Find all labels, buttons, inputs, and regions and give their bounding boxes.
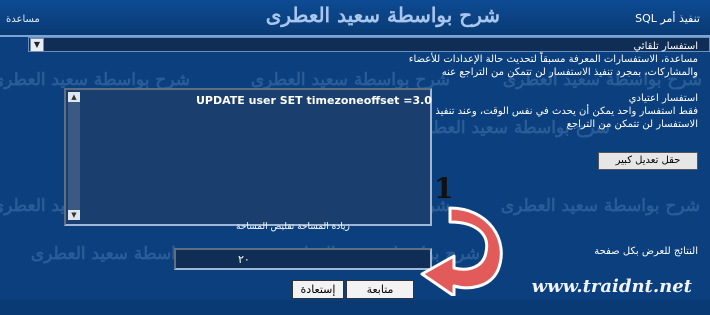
arrow-icon — [420, 206, 503, 296]
resize-links[interactable]: زيادة المساحة تقليص المساحة — [236, 222, 350, 232]
results-per-page-input[interactable] — [174, 248, 432, 270]
site-url: www.traidnt.net — [531, 276, 692, 297]
manual-query-desc: فقط استفسار واحد يمكن أن يحدث في نفس الو… — [435, 106, 698, 130]
help-label: مساعدة — [6, 14, 40, 25]
auto-query-desc: مساعدة، الاستفسارات المعرفة مسبقاً لتحدي… — [408, 54, 698, 78]
watermark-text: شرح بواسطة سعيد العطرى — [0, 70, 190, 90]
brand-title: شرح بواسطة سعيد العطرى — [265, 3, 500, 27]
auto-query-section: استفسار تلقائي مساعدة، الاستفسارات المعر… — [398, 40, 698, 79]
manual-query-section: استفسار اعتيادي فقط استفسار واحد يمكن أن… — [398, 92, 698, 131]
manual-query-title: استفسار اعتيادي — [628, 93, 698, 104]
query-textarea[interactable] — [64, 88, 432, 226]
query-text: UPDATE user SET timezoneoffset =3.0 — [196, 94, 432, 107]
big-edit-button[interactable]: حقل تعديل كبير — [598, 152, 698, 170]
watermark-text: شرح بواسطة سعيد العطرى — [500, 196, 700, 216]
scrollbar[interactable] — [68, 92, 80, 220]
chevron-down-icon[interactable]: ▼ — [30, 38, 44, 52]
results-per-page-label: النتائج للعرض بكل صفحة — [594, 246, 698, 257]
scroll-down-icon[interactable]: ▼ — [68, 210, 80, 220]
results-per-page-value: ٢٠ — [238, 253, 250, 266]
footer-bar — [0, 300, 710, 315]
page-title: تنفيذ أمر SQL — [635, 12, 700, 25]
scroll-up-icon[interactable]: ▲ — [68, 92, 80, 102]
auto-query-title: استفسار تلقائي — [633, 41, 698, 52]
reset-button[interactable]: إستعادة — [292, 280, 344, 299]
submit-button[interactable]: متابعة — [346, 280, 414, 299]
